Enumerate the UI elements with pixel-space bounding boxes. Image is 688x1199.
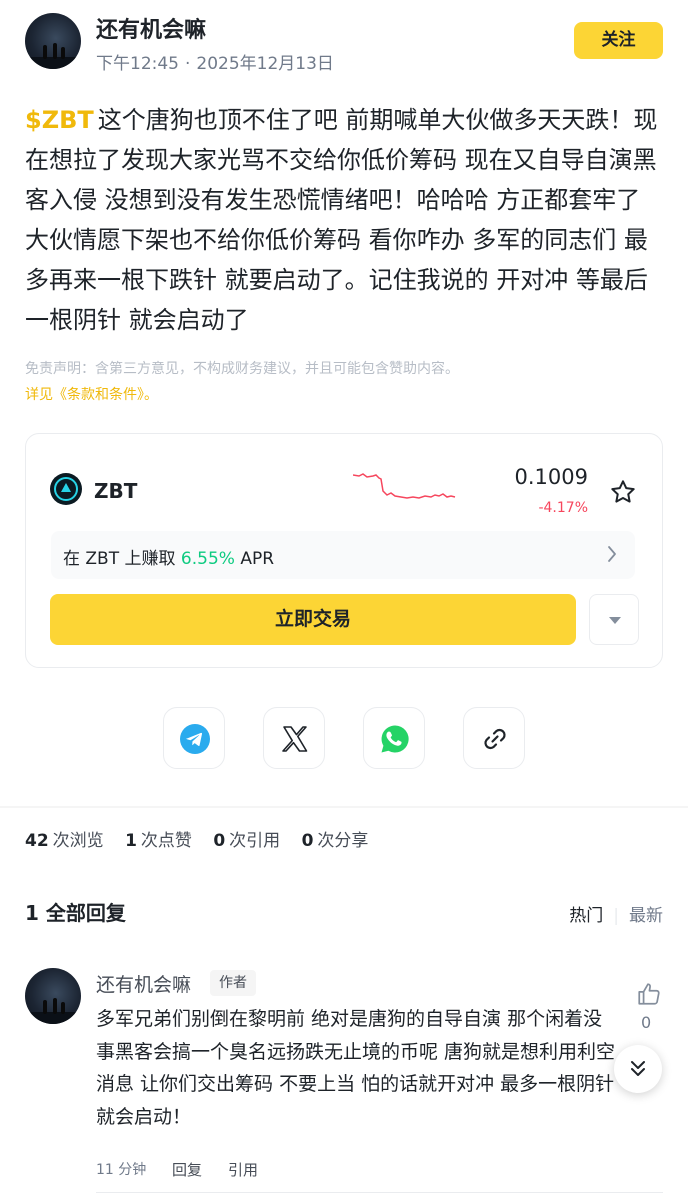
- author-avatar[interactable]: [25, 13, 81, 69]
- sort-latest-tab[interactable]: 最新: [629, 906, 663, 926]
- post-body: $ZBT 这个唐狗也顶不住了吧 前期喊单大伙做多天天跌！现在想拉了发现大家光骂不交…: [25, 100, 665, 340]
- commenter-avatar[interactable]: [25, 968, 81, 1024]
- trade-options-dropdown[interactable]: [589, 594, 639, 645]
- section-divider: [0, 806, 688, 808]
- sort-hot-tab[interactable]: 热门: [569, 906, 603, 926]
- share-whatsapp-button[interactable]: [363, 707, 425, 769]
- follow-button[interactable]: 关注: [574, 22, 663, 59]
- author-name[interactable]: 还有机会嘛: [96, 12, 206, 44]
- coin-price: 0.1009: [514, 465, 588, 489]
- shares-label: 次分享: [317, 831, 369, 851]
- zbt-logo-icon: [50, 473, 82, 505]
- views-label: 次浏览: [52, 831, 104, 851]
- commenter-name[interactable]: 还有机会嘛: [96, 970, 191, 997]
- post-header: 还有机会嘛 下午12:45 · 2025年12月13日 关注: [0, 0, 688, 80]
- author-badge: 作者: [210, 970, 256, 996]
- thumbs-up-icon[interactable]: [636, 981, 662, 1007]
- x-icon: [282, 726, 308, 752]
- terms-link[interactable]: 详见《条款和条件》。: [25, 384, 158, 404]
- quotes-label: 次引用: [229, 831, 281, 851]
- coin-card[interactable]: ZBT 0.1009 -4.17% 在 ZBT 上赚取 6.55% APR 立即…: [25, 433, 663, 668]
- earn-prefix: 在 ZBT 上赚取: [63, 549, 181, 569]
- scroll-down-button[interactable]: [614, 1045, 662, 1093]
- post-date: 2025年12月13日: [196, 54, 334, 74]
- shares-count: 0: [301, 831, 314, 851]
- trade-now-button[interactable]: 立即交易: [50, 594, 576, 645]
- double-chevron-down-icon: [631, 1061, 645, 1076]
- telegram-icon: [180, 724, 210, 754]
- views-count: 42: [25, 831, 49, 851]
- comment-divider: [96, 1192, 663, 1193]
- disclaimer-text: 免责声明：含第三方意见，不构成财务建议，并且可能包含赞助内容。: [25, 361, 459, 377]
- chevron-right-icon: [608, 546, 616, 562]
- post-text: 这个唐狗也顶不住了吧 前期喊单大伙做多天天跌！现在想拉了发现大家光骂不交给你低价…: [25, 106, 658, 334]
- like-count: 0: [641, 1013, 652, 1032]
- price-sparkline: [353, 473, 456, 499]
- earn-apr: 6.55%: [180, 549, 235, 569]
- replies-title: 1 全部回复: [25, 901, 126, 925]
- share-telegram-button[interactable]: [163, 707, 225, 769]
- post-stats: 42 次浏览 1 次点赞 0 次引用 0 次分享: [25, 826, 384, 851]
- likes-label: 次点赞: [140, 831, 192, 851]
- quotes-count: 0: [213, 831, 226, 851]
- caret-down-icon: [609, 617, 621, 624]
- comment-text: 多军兄弟们别倒在黎明前 绝对是唐狗的自导自演 那个闲着没事黑客会搞一个臭名远扬跌…: [96, 1008, 616, 1128]
- share-x-button[interactable]: [263, 707, 325, 769]
- whatsapp-icon: [381, 725, 409, 753]
- earn-row[interactable]: 在 ZBT 上赚取 6.55% APR: [51, 531, 635, 579]
- post-time: 下午12:45: [96, 54, 179, 74]
- meta-separator: ·: [185, 54, 191, 74]
- earn-suffix: APR: [234, 549, 275, 569]
- coin-symbol: ZBT: [94, 479, 138, 503]
- ticker-link[interactable]: $ZBT: [25, 106, 94, 134]
- reply-sort-tabs: 热门 | 最新: [569, 901, 663, 926]
- comment-time: 11 分钟: [96, 1162, 147, 1178]
- earn-text: 在 ZBT 上赚取 6.55% APR: [63, 544, 274, 569]
- reply-button[interactable]: 回复: [172, 1159, 202, 1180]
- link-icon: [484, 728, 506, 750]
- sort-divider: |: [613, 906, 619, 926]
- star-icon[interactable]: [609, 478, 637, 506]
- post-timestamp: 下午12:45 · 2025年12月13日: [96, 49, 334, 74]
- quote-button[interactable]: 引用: [228, 1159, 258, 1180]
- copy-link-button[interactable]: [463, 707, 525, 769]
- coin-change: -4.17%: [538, 500, 588, 516]
- likes-count: 1: [125, 831, 137, 851]
